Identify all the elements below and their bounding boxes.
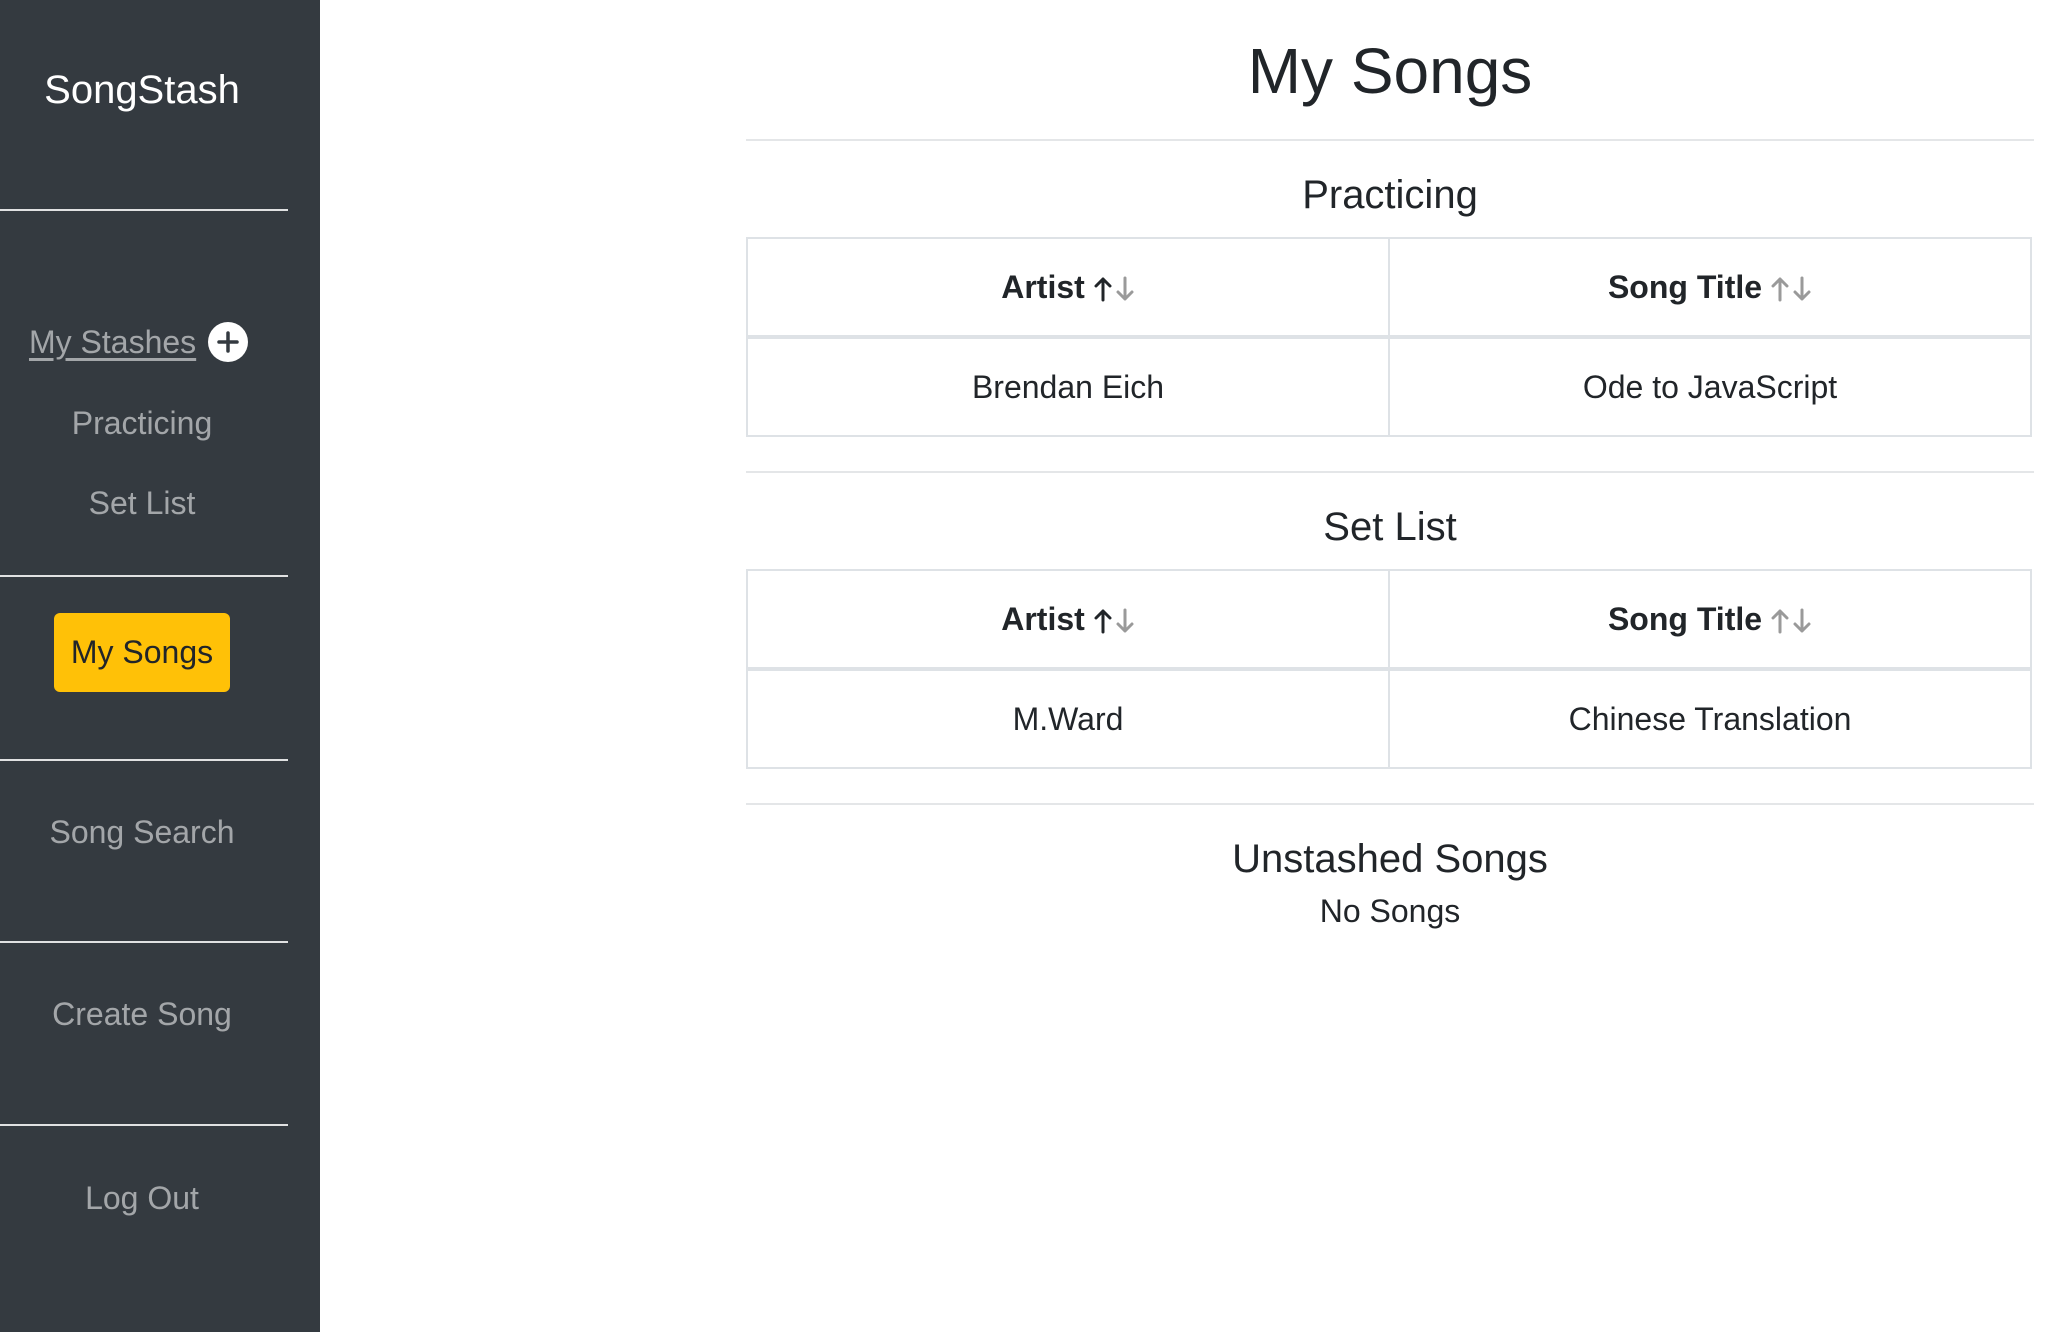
my-stashes-label[interactable]: My Stashes xyxy=(29,324,196,361)
artist-header-label: Artist xyxy=(1001,268,1085,305)
artist-header[interactable]: Artist xyxy=(746,569,1390,671)
song-title-header-label: Song Title xyxy=(1607,600,1763,637)
song-title-header[interactable]: Song Title xyxy=(1388,569,2032,671)
sidebar-item-practicing[interactable]: Practicing xyxy=(0,405,284,442)
divider xyxy=(746,803,2034,805)
divider xyxy=(0,1124,288,1126)
divider xyxy=(0,759,288,761)
practicing-table: Artist Song Title Brendan Eich Ode to Ja… xyxy=(746,237,2032,437)
brand-logo[interactable]: SongStash xyxy=(0,68,284,113)
artist-cell: Brendan Eich xyxy=(746,336,1390,437)
sort-icons[interactable] xyxy=(1093,275,1135,303)
section-title-set-list: Set List xyxy=(1323,505,1457,549)
divider xyxy=(0,209,288,211)
divider xyxy=(746,471,2034,473)
sort-ascending-icon[interactable] xyxy=(1770,275,1790,303)
add-stash-icon[interactable] xyxy=(208,322,249,362)
create-song-link[interactable]: Create Song xyxy=(0,996,284,1033)
my-stashes-link[interactable]: My Stashes xyxy=(29,322,249,362)
sort-ascending-icon[interactable] xyxy=(1770,607,1790,635)
artist-cell: M.Ward xyxy=(746,668,1390,769)
page-title: My Songs xyxy=(1247,35,1533,107)
sort-descending-icon[interactable] xyxy=(1792,275,1812,303)
log-out-link[interactable]: Log Out xyxy=(0,1180,284,1217)
song-title-header-label: Song Title xyxy=(1607,268,1763,305)
plus-icon xyxy=(217,331,239,353)
divider xyxy=(0,575,288,577)
section-title-unstashed: Unstashed Songs xyxy=(1232,837,1548,881)
sort-descending-icon[interactable] xyxy=(1792,607,1812,635)
song-title-cell[interactable]: Chinese Translation xyxy=(1388,668,2032,769)
table-row[interactable]: Brendan Eich Ode to JavaScript xyxy=(746,336,2032,437)
song-search-link[interactable]: Song Search xyxy=(0,814,284,851)
sort-icons[interactable] xyxy=(1770,275,1812,303)
section-title-practicing: Practicing xyxy=(1302,173,1478,217)
empty-state-text: No Songs xyxy=(1319,893,1461,929)
my-songs-button[interactable]: My Songs xyxy=(54,613,230,692)
song-title-cell[interactable]: Ode to JavaScript xyxy=(1388,336,2032,437)
sidebar-item-set-list[interactable]: Set List xyxy=(0,485,284,522)
sort-descending-icon[interactable] xyxy=(1115,607,1135,635)
sort-ascending-icon[interactable] xyxy=(1093,607,1113,635)
sort-ascending-icon[interactable] xyxy=(1093,275,1113,303)
sidebar: SongStash My Stashes Practicing Set List… xyxy=(0,0,320,1332)
sort-icons[interactable] xyxy=(1093,607,1135,635)
sort-icons[interactable] xyxy=(1770,607,1812,635)
artist-header[interactable]: Artist xyxy=(746,237,1390,339)
song-title-header[interactable]: Song Title xyxy=(1388,237,2032,339)
artist-header-label: Artist xyxy=(1001,600,1085,637)
sort-descending-icon[interactable] xyxy=(1115,275,1135,303)
divider xyxy=(746,139,2034,141)
set-list-table: Artist Song Title M.Ward Chinese Transla… xyxy=(746,569,2032,769)
divider xyxy=(0,941,288,943)
table-row[interactable]: M.Ward Chinese Translation xyxy=(746,668,2032,769)
